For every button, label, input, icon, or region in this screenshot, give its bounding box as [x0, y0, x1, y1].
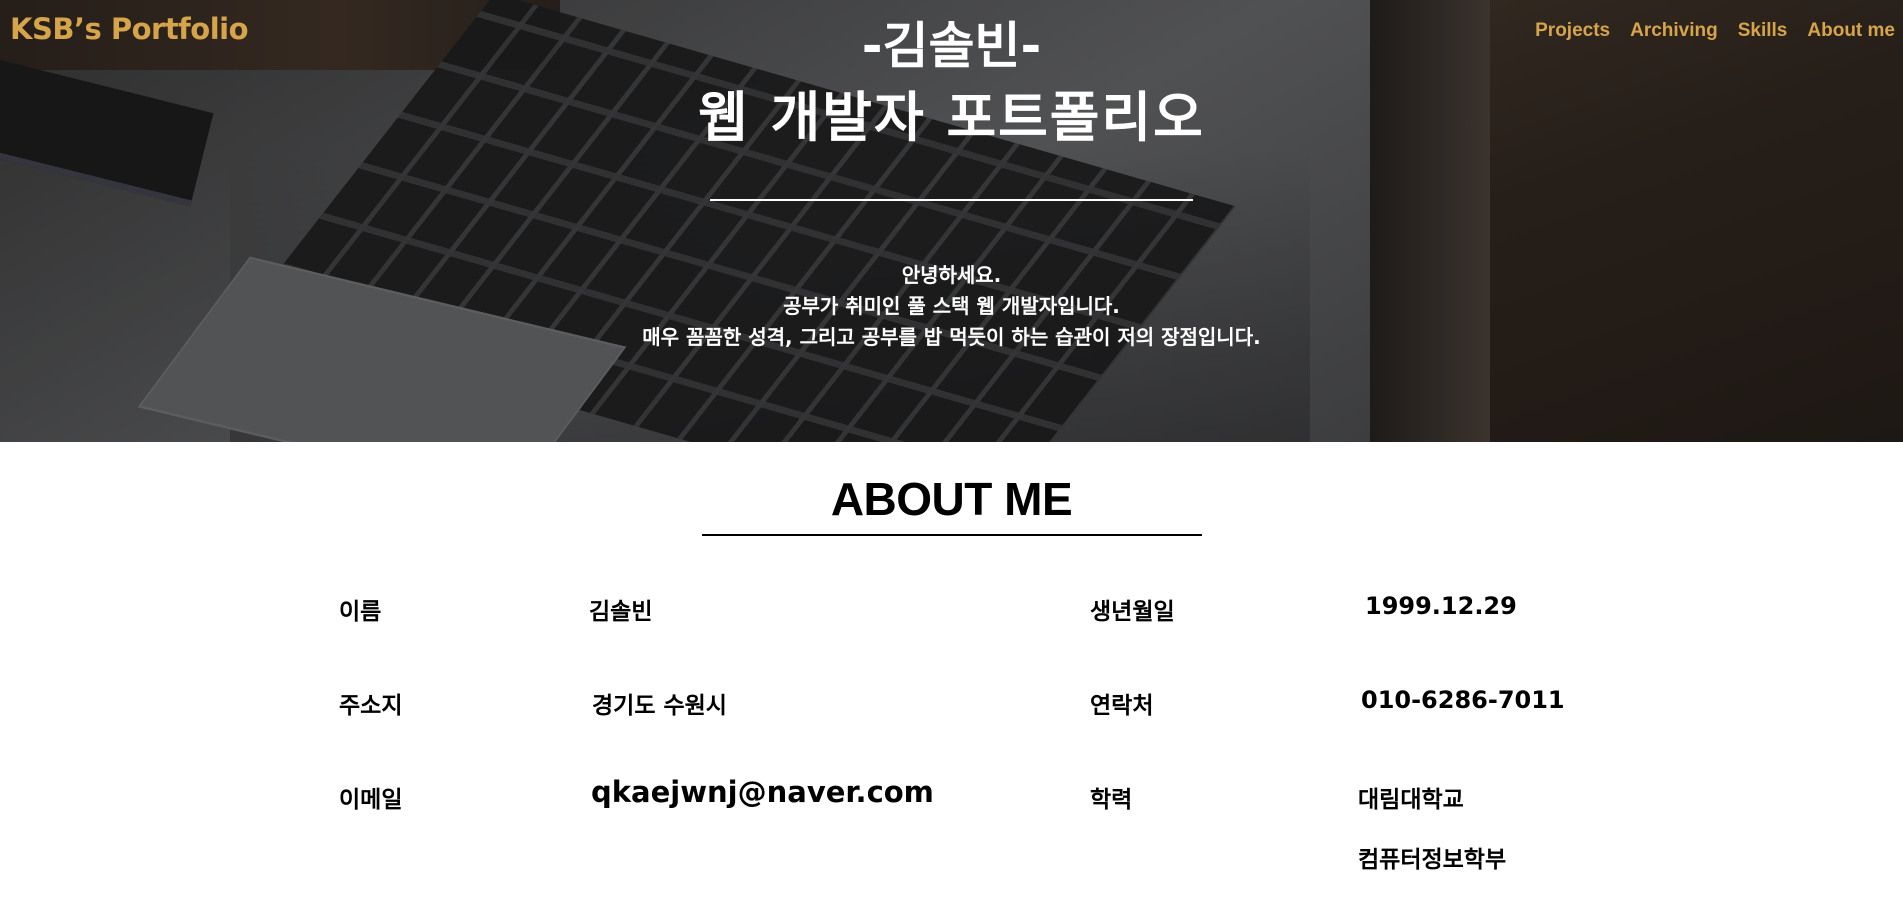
contact-value: 010-6286-7011: [1361, 686, 1565, 714]
hero-title-name: -김솔빈-: [861, 17, 1042, 75]
intro-line-role: 공부가 취미인 풀 스택 웹 개발자입니다.: [783, 294, 1120, 318]
about-divider: [702, 534, 1202, 536]
hero-section: KSB’s Portfolio Projects Archiving Skill…: [0, 0, 1903, 442]
intro-line-greeting: 안녕하세요.: [901, 263, 1002, 287]
email-label: 이메일: [339, 787, 403, 813]
hero-title: -김솔빈- 웹 개발자 포트폴리오: [0, 12, 1903, 156]
education-value-school: 대림대학교: [1358, 787, 1464, 813]
contact-label: 연락처: [1090, 693, 1154, 719]
education-label: 학력: [1090, 787, 1133, 813]
birth-value: 1999.12.29: [1365, 592, 1517, 620]
email-value: qkaejwnj@naver.com: [591, 775, 934, 809]
hero-intro: 안녕하세요. 공부가 취미인 풀 스택 웹 개발자입니다. 매우 꼼꼼한 성격,…: [0, 260, 1903, 353]
name-value: 김솔빈: [589, 599, 653, 625]
address-value: 경기도 수원시: [592, 693, 727, 719]
about-title: ABOUT ME: [830, 473, 1073, 525]
name-label: 이름: [339, 599, 382, 625]
address-label: 주소지: [339, 693, 403, 719]
about-section: ABOUT ME 이름 김솔빈 생년월일 1999.12.29 주소지 경기도 …: [0, 442, 1903, 920]
intro-line-strength: 매우 꼼꼼한 성격, 그리고 공부를 밥 먹듯이 하는 습관이 저의 장점입니다…: [642, 325, 1261, 349]
education-value-department: 컴퓨터정보학부: [1358, 847, 1507, 873]
birth-label: 생년월일: [1090, 599, 1175, 625]
hero-title-subtitle: 웹 개발자 포트폴리오: [698, 86, 1205, 149]
hero-divider: [710, 199, 1193, 201]
